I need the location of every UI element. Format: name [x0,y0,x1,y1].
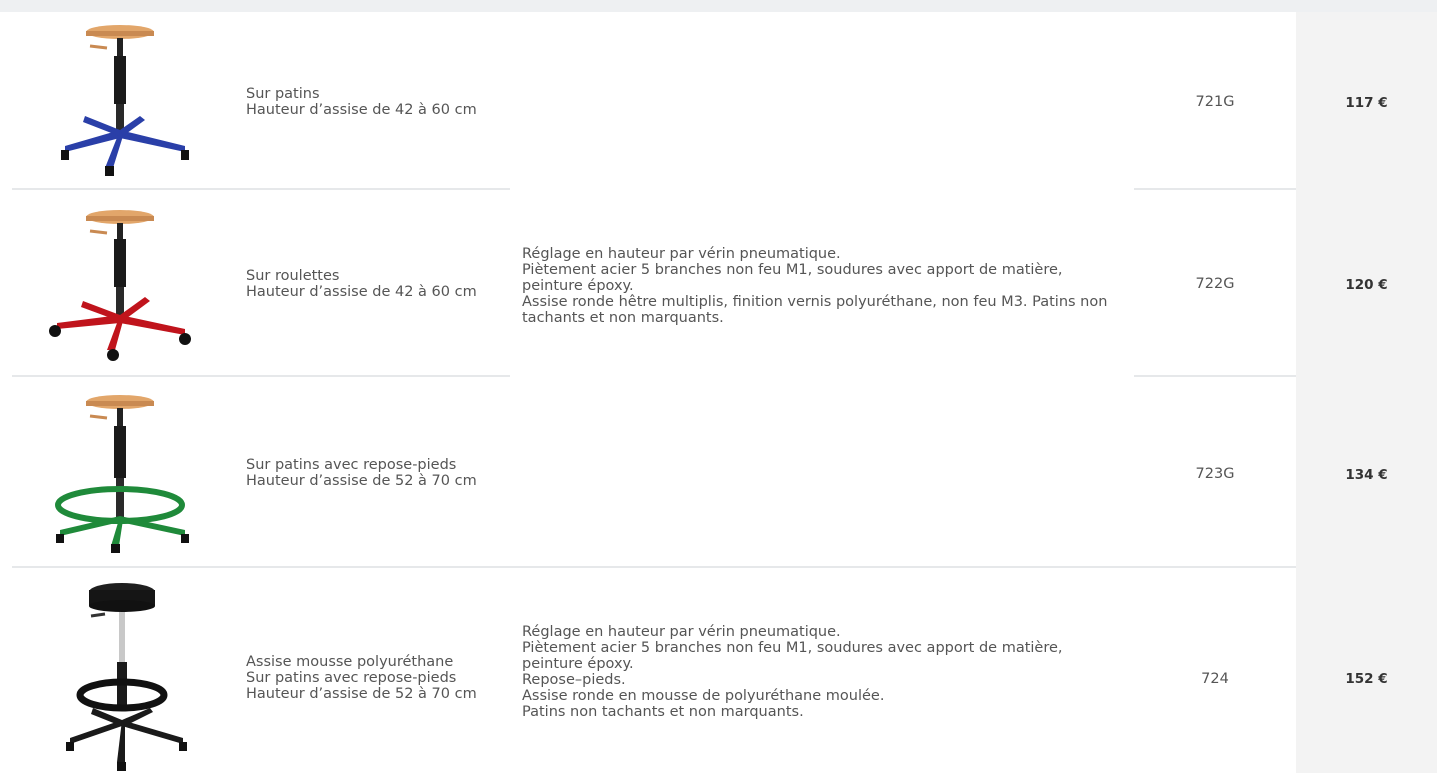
variant-label-723G: Sur patins avec repose-pieds Hauteur d’a… [246,457,477,489]
reference-723G: 723G [1195,466,1235,482]
variant-label-721G: Sur patins Hauteur d’assise de 42 à 60 c… [246,86,477,118]
product-image-723G[interactable] [45,390,195,555]
description-724: Réglage en hauteur par vérin pneumatique… [522,624,1063,720]
price-723G: 134 € [1345,467,1388,483]
product-image-721G[interactable] [45,18,195,183]
product-image-724[interactable] [45,580,195,773]
product-image-722G[interactable] [45,205,195,365]
price-722G: 120 € [1345,277,1388,293]
row-divider [12,566,1296,568]
reference-724: 724 [1201,671,1229,687]
reference-721G: 721G [1195,94,1235,110]
top-bar [0,0,1437,12]
variant-label-724: Assise mousse polyuréthane Sur patins av… [246,654,477,702]
price-724: 152 € [1345,671,1388,687]
price-721G: 117 € [1345,95,1388,111]
price-column-background [1296,12,1437,773]
variant-label-722G: Sur roulettes Hauteur d’assise de 42 à 6… [246,268,477,300]
reference-722G: 722G [1195,276,1235,292]
shared-description: Réglage en hauteur par vérin pneumatique… [522,246,1108,326]
